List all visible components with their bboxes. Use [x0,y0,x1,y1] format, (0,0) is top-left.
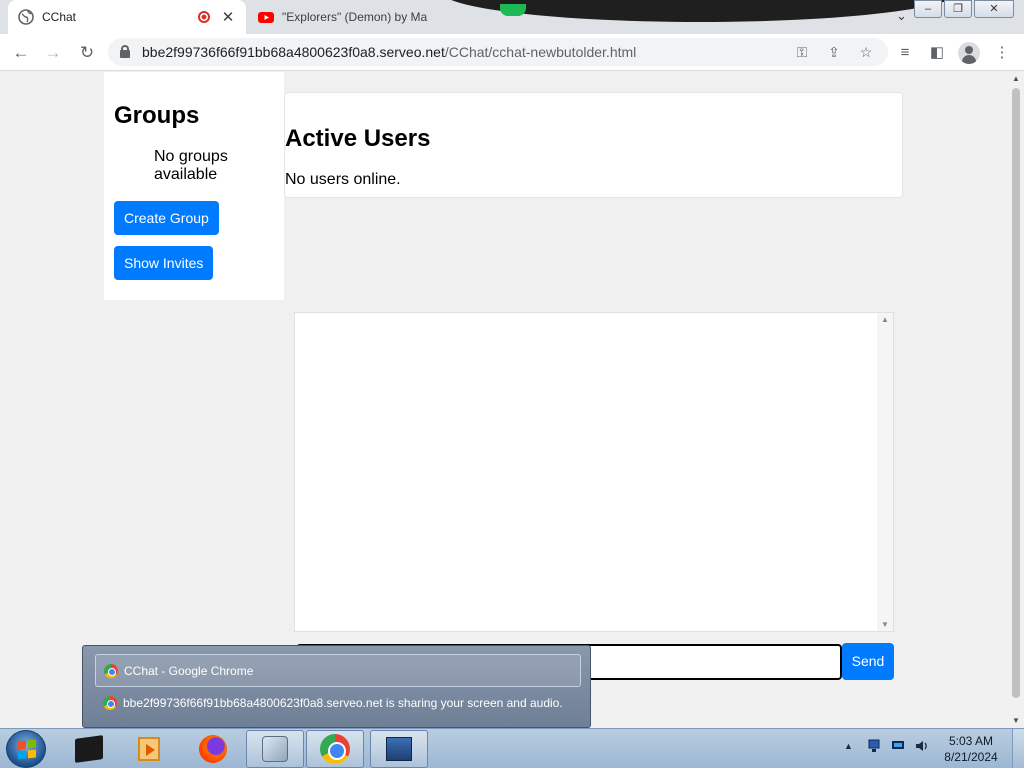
page-scrollbar[interactable]: ▲ ▼ [1008,72,1024,727]
profile-avatar-icon[interactable] [958,42,980,64]
groups-empty-text: No groups available [154,148,228,183]
tab-title: "Explorers" (Demon) by Ma [282,10,428,24]
taskbar-app-firefox[interactable] [184,730,242,768]
groups-heading: Groups [114,102,200,129]
clock-time: 5:03 AM [948,734,994,748]
browser-toolbar: ← → ↻ bbe2f99736f66f91bb68a4800623f0a8.s… [0,34,1024,71]
sharing-notice-item[interactable]: bbe2f99736f66f91bb68a4800623f0a8.serveo.… [103,696,563,710]
url-host: bbe2f99736f66f91bb68a4800623f0a8.serveo.… [142,44,445,60]
taskbar-preview-popup: CChat - Google Chrome bbe2f99736f66f91bb… [82,645,591,728]
restore-button[interactable]: ❐ [944,0,972,18]
scroll-up-icon[interactable]: ▲ [881,315,889,324]
start-button[interactable] [6,730,46,768]
scroll-up-icon[interactable]: ▲ [1012,74,1020,83]
forward-icon[interactable]: → [42,42,64,64]
create-group-button[interactable]: Create Group [114,201,219,235]
system-tray: ▲ [844,739,939,753]
side-panel-icon[interactable]: ◧ [926,42,948,64]
active-users-heading: Active Users [285,125,431,152]
window-controls: – ❐ ✕ [912,0,1014,18]
tab-strip: CChat ✕ "Explorers" (Demon) by Ma ⌄ – ❐ … [0,0,1024,34]
users-empty-text: No users online. [285,171,401,188]
lock-icon[interactable] [120,45,130,58]
preview-window-title: CChat - Google Chrome [124,663,254,678]
taskbar-app-tool[interactable] [246,730,304,768]
computer-icon [386,737,412,761]
key-icon[interactable]: ⚿ [792,42,812,62]
taskbar-app-remote[interactable] [370,730,428,768]
address-bar[interactable]: bbe2f99736f66f91bb68a4800623f0a8.serveo.… [108,38,888,66]
bookmark-star-icon[interactable]: ☆ [856,42,876,62]
tab-title: CChat [42,10,77,24]
show-desktop-button[interactable] [1012,729,1024,768]
scroll-down-icon[interactable]: ▼ [1012,716,1020,725]
taskbar-app-media-player[interactable] [120,730,178,768]
globe-icon [18,9,34,25]
terminal-icon [75,735,103,763]
windows-taskbar: ▲ 5:03 AM 8/21/2024 [0,728,1024,768]
reload-icon[interactable]: ↻ [76,42,98,64]
clock-date: 8/21/2024 [944,750,998,764]
sharing-notice-text: bbe2f99736f66f91bb68a4800623f0a8.serveo.… [123,696,563,710]
minimize-button[interactable]: – [914,0,942,18]
taskbar-app-chrome[interactable] [306,730,364,768]
chevron-down-icon[interactable]: ⌄ [896,8,907,24]
groups-panel: Groups No groups available Create Group … [104,72,284,300]
chrome-icon [320,734,350,764]
volume-icon[interactable] [915,739,929,753]
utility-icon [262,736,288,762]
media-overlay [440,0,960,22]
media-overlay-accent [500,4,526,16]
monitor-icon[interactable] [891,739,905,753]
active-users-panel: Active Users No users online. [284,92,903,198]
chat-scrollbar[interactable]: ▲ ▼ [877,313,893,631]
url-text: bbe2f99736f66f91bb68a4800623f0a8.serveo.… [142,44,636,60]
chrome-icon [104,663,118,678]
firefox-icon [199,735,227,763]
recording-icon [198,11,210,23]
media-player-icon [138,737,160,761]
send-button[interactable]: Send [842,643,894,680]
chrome-icon [103,696,117,710]
system-clock[interactable]: 5:03 AM 8/21/2024 [936,733,1006,765]
network-icon[interactable] [867,739,881,753]
scroll-down-icon[interactable]: ▼ [881,620,889,629]
tray-expand-icon[interactable]: ▲ [844,741,853,751]
tab-cchat[interactable]: CChat ✕ [8,0,246,34]
media-controls-icon[interactable]: ≡ [894,42,916,64]
back-icon[interactable]: ← [10,42,32,64]
preview-window-item[interactable]: CChat - Google Chrome [95,654,581,687]
close-window-button[interactable]: ✕ [974,0,1014,18]
chat-messages-area[interactable]: ▲ ▼ [294,312,894,632]
close-tab-icon[interactable]: ✕ [220,8,236,26]
share-icon[interactable]: ⇪ [824,42,844,62]
url-path: /CChat/cchat-newbutolder.html [444,44,637,60]
show-invites-button[interactable]: Show Invites [114,246,214,280]
scrollbar-thumb[interactable] [1012,88,1020,698]
youtube-icon [258,12,274,23]
taskbar-app-terminal[interactable] [60,730,118,768]
page-content: Groups No groups available Create Group … [0,72,1008,727]
menu-kebab-icon[interactable]: ⋮ [991,42,1013,64]
tab-youtube[interactable]: "Explorers" (Demon) by Ma [250,0,480,34]
